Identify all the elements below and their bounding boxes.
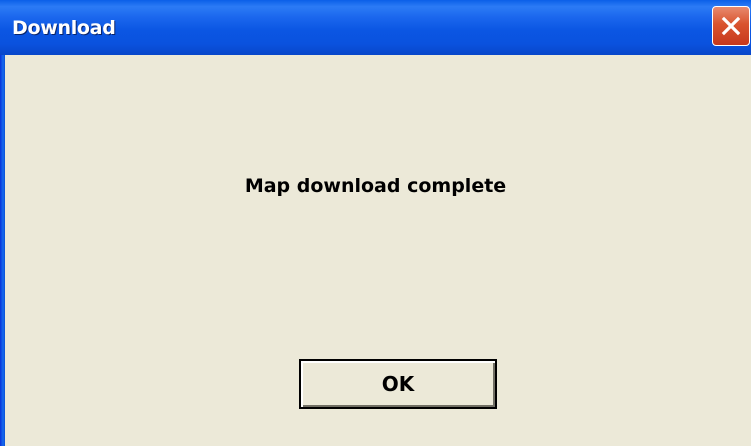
close-button[interactable]	[712, 6, 750, 46]
ok-button[interactable]: OK	[299, 359, 497, 409]
close-icon	[721, 16, 741, 36]
window-title: Download	[12, 17, 116, 39]
download-dialog: Download Map download complete OK	[0, 0, 751, 446]
title-bar[interactable]: Download	[0, 0, 751, 55]
dialog-message: Map download complete	[244, 175, 507, 197]
window-left-border	[0, 55, 5, 446]
